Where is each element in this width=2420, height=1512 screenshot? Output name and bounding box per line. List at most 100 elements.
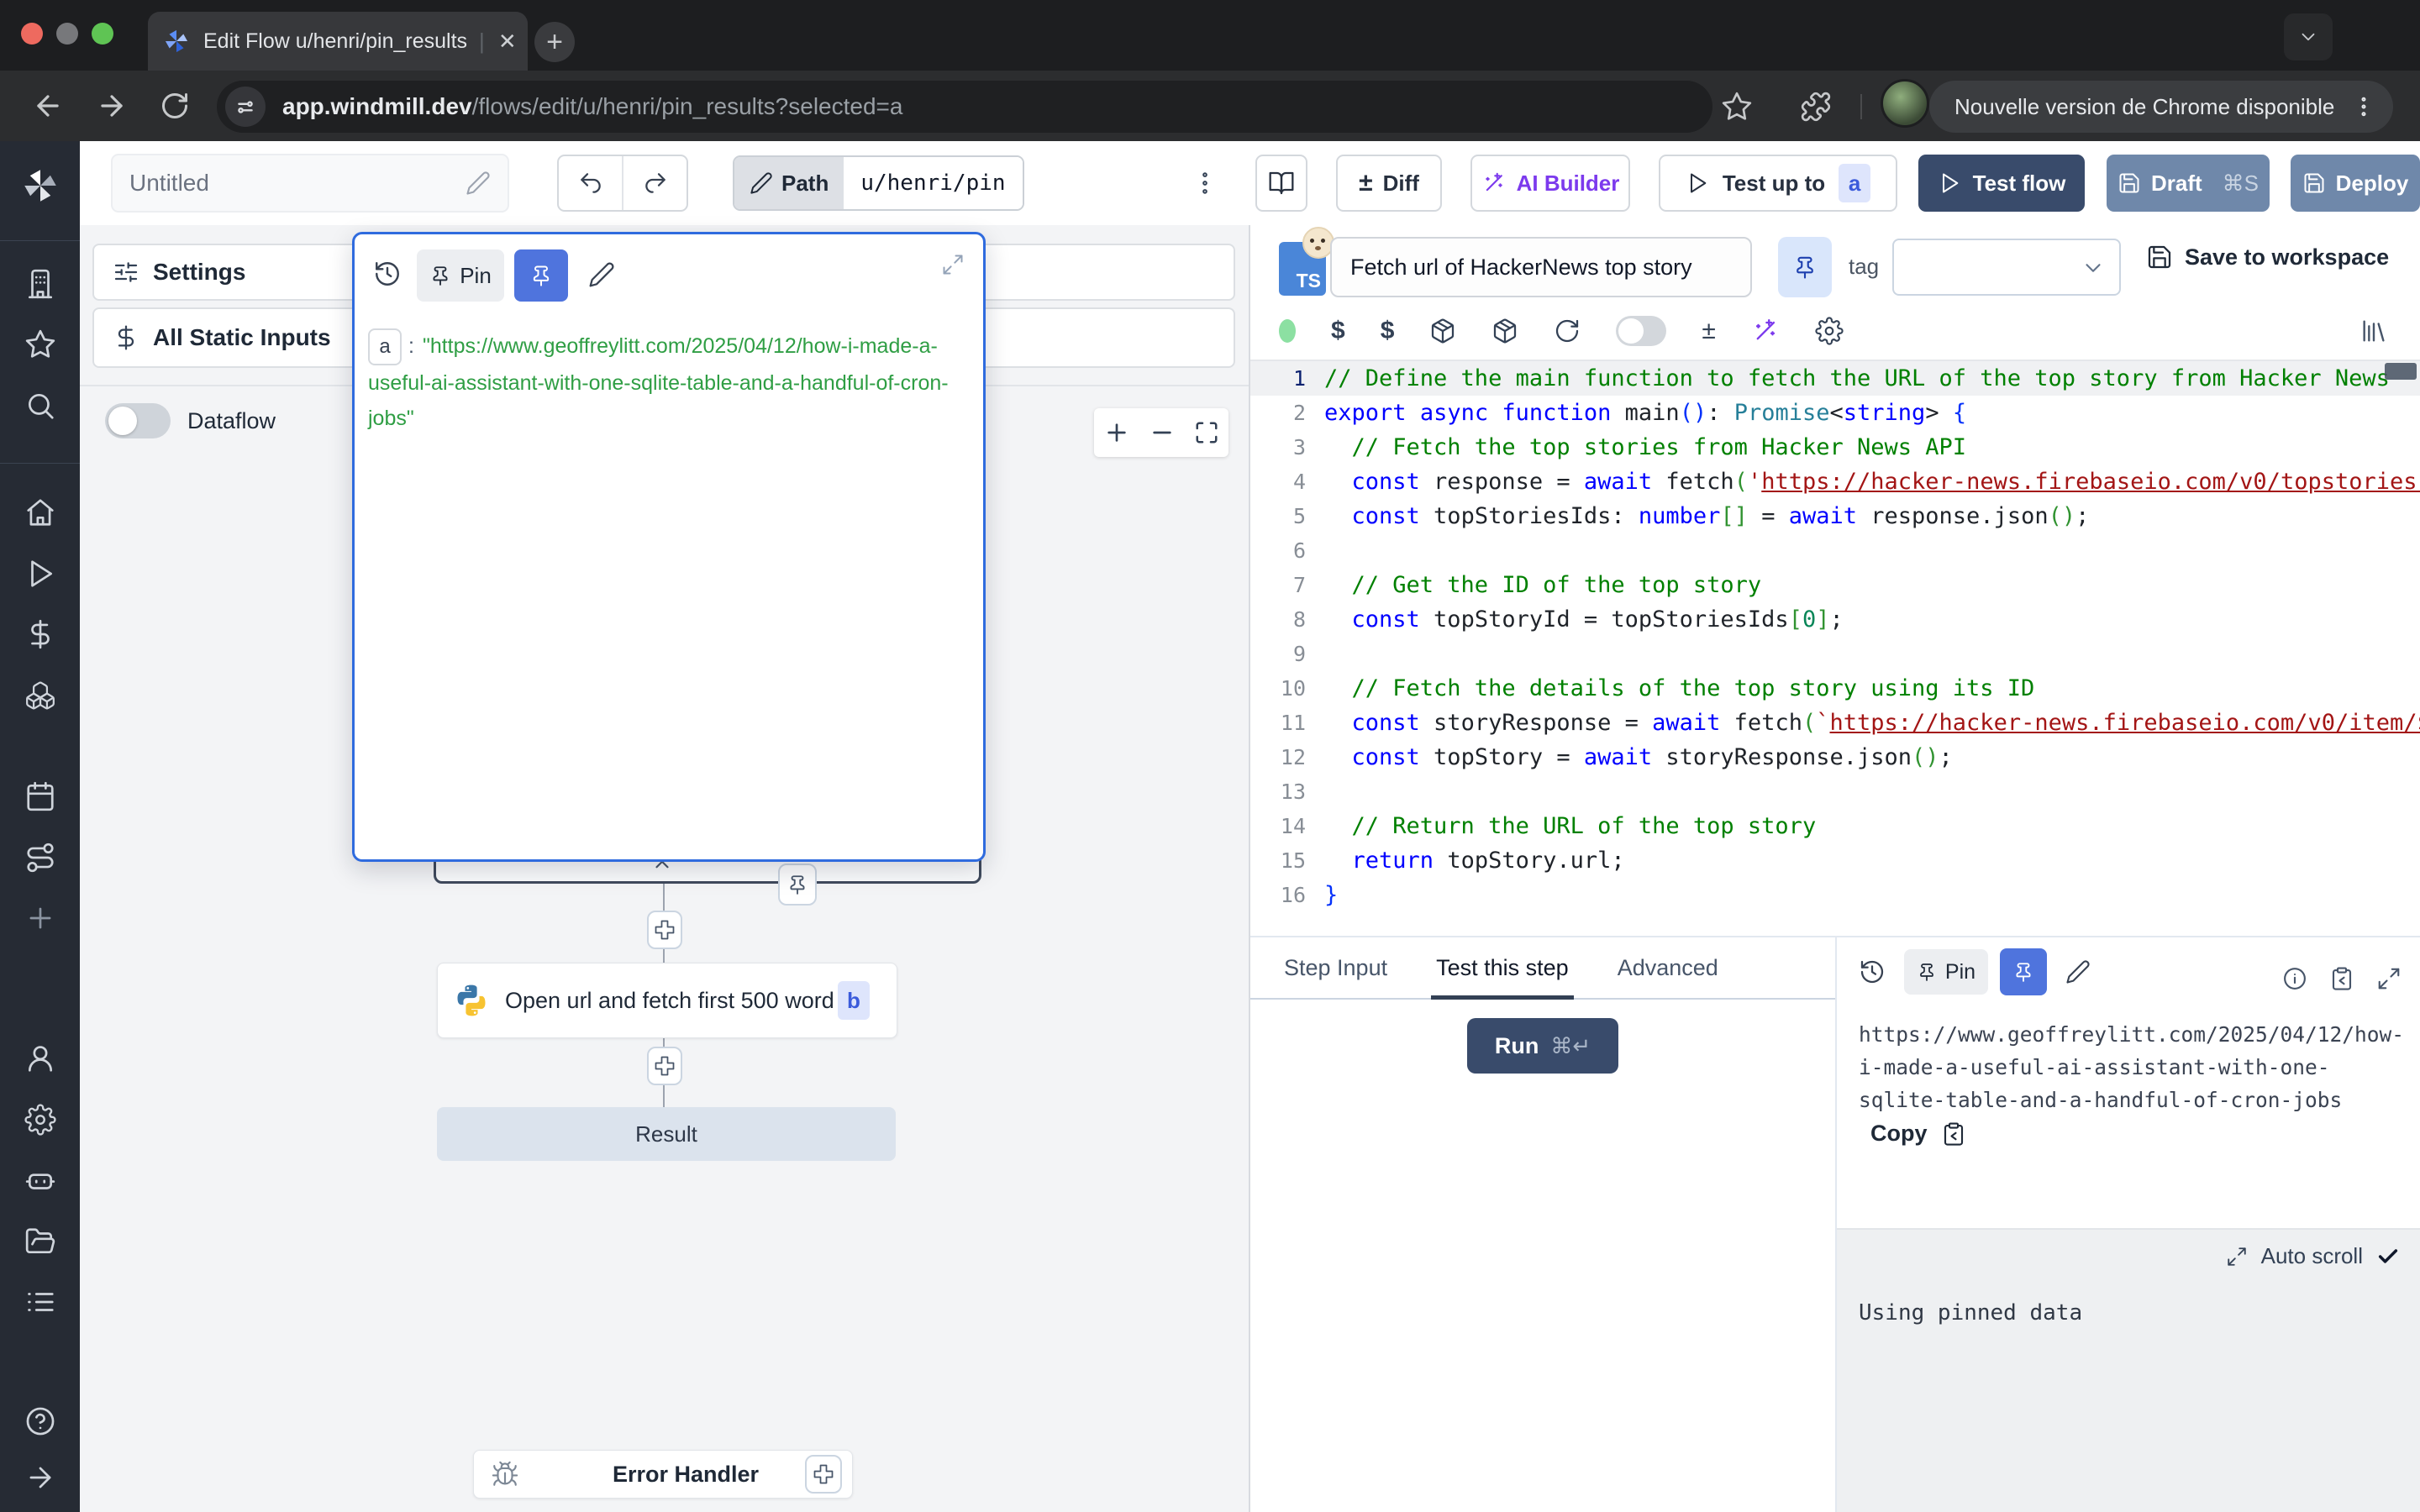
traffic-light-minimize[interactable]: [56, 23, 78, 45]
gear-icon[interactable]: [1815, 317, 1844, 345]
play-icon: [1686, 171, 1709, 195]
clipboard-icon[interactable]: [2329, 966, 2354, 991]
zoom-in-icon[interactable]: [1103, 419, 1130, 446]
sidebar-item-folders[interactable]: [0, 1226, 80, 1257]
auto-scroll-control[interactable]: Auto scroll: [2226, 1243, 2400, 1269]
zoom-out-icon[interactable]: [1149, 419, 1176, 446]
sidebar-item-favorites[interactable]: [0, 328, 80, 360]
traffic-light-close[interactable]: [21, 23, 43, 45]
app-sidebar: [0, 141, 80, 1512]
test-flow-button[interactable]: Test flow: [1918, 155, 2085, 212]
undo-button[interactable]: [559, 156, 623, 210]
flow-name-input[interactable]: Untitled: [111, 154, 509, 213]
chevron-down-icon: [2081, 255, 2106, 281]
sidebar-item-workspace[interactable]: [0, 268, 80, 300]
sidebar-item-logs[interactable]: [0, 1286, 80, 1318]
info-icon[interactable]: [2282, 966, 2307, 991]
sidebar-item-add[interactable]: [0, 902, 80, 934]
minimap-slider[interactable]: [2385, 363, 2417, 380]
tab-test-this-step[interactable]: Test this step: [1436, 937, 1569, 998]
sidebar-item-account[interactable]: [0, 1042, 80, 1074]
sidebar-item-resources[interactable]: [0, 680, 80, 711]
node-pin-button[interactable]: [778, 864, 817, 906]
back-icon[interactable]: [32, 90, 64, 122]
forward-icon[interactable]: [96, 90, 128, 122]
tab-advanced[interactable]: Advanced: [1618, 937, 1718, 998]
url-bar[interactable]: app.windmill.dev/flows/edit/u/henri/pin_…: [217, 81, 1712, 133]
site-info-icon[interactable]: [225, 87, 266, 127]
resources-icon[interactable]: $: [1381, 317, 1395, 345]
package-icon[interactable]: [1491, 318, 1518, 344]
library-icon[interactable]: [2360, 317, 2388, 345]
pencil-icon[interactable]: [2065, 959, 2091, 984]
sidebar-item-routes[interactable]: [0, 842, 80, 874]
active-pin-button[interactable]: [2000, 948, 2047, 995]
tab-step-input[interactable]: Step Input: [1284, 937, 1387, 998]
sidebar-item-variables[interactable]: [0, 618, 80, 650]
sidebar-item-search[interactable]: [0, 390, 80, 422]
expand-icon[interactable]: [941, 253, 965, 276]
variables-icon[interactable]: $: [1331, 317, 1345, 345]
ai-builder-button[interactable]: AI Builder: [1470, 155, 1630, 212]
sidebar-item-runs[interactable]: [0, 558, 80, 590]
sidebar-item-expand[interactable]: [0, 1462, 80, 1494]
redo-button[interactable]: [623, 156, 687, 210]
header-pin-toggle[interactable]: [1778, 237, 1832, 297]
reload-icon[interactable]: [160, 91, 190, 121]
error-handler-node[interactable]: Error Handler: [473, 1450, 853, 1499]
history-icon[interactable]: [373, 260, 402, 288]
active-pin-button[interactable]: [514, 249, 568, 302]
refresh-icon[interactable]: [1554, 318, 1581, 344]
sidebar-item-schedules[interactable]: [0, 780, 80, 812]
expand-icon[interactable]: [2376, 966, 2402, 991]
diff-icon[interactable]: ±: [1702, 317, 1715, 345]
avatar[interactable]: [1881, 79, 1929, 128]
tag-select[interactable]: [1892, 239, 2121, 296]
path-button[interactable]: Path u/henri/pin: [733, 155, 1024, 211]
test-up-to-button[interactable]: Test up to a: [1659, 155, 1897, 212]
history-icon[interactable]: [1859, 958, 1886, 985]
lsp-status-dot: [1279, 319, 1296, 343]
step-summary-input[interactable]: [1330, 237, 1752, 297]
insert-step-button[interactable]: [647, 1047, 682, 1085]
sidebar-item-help[interactable]: [0, 1405, 80, 1437]
flow-node-b[interactable]: Open url and fetch first 500 words of ..…: [437, 963, 897, 1038]
tab-search-chevron-icon[interactable]: [2284, 13, 2333, 60]
traffic-light-zoom[interactable]: [92, 23, 113, 45]
pin-button[interactable]: Pin: [1904, 949, 1988, 995]
code-editor[interactable]: 1// Define the main function to fetch th…: [1250, 361, 2420, 936]
sidebar-item-home[interactable]: [0, 496, 80, 528]
add-error-handler-button[interactable]: [805, 1455, 842, 1494]
save-to-workspace-button[interactable]: Save to workspace: [2146, 244, 2389, 270]
tab-close-icon[interactable]: ✕: [498, 29, 517, 55]
diff-button[interactable]: ±Diff: [1336, 155, 1442, 212]
deploy-button[interactable]: Deploy: [2291, 155, 2420, 212]
extensions-icon[interactable]: [1800, 91, 1832, 123]
dataflow-toggle[interactable]: [105, 403, 171, 438]
plus-cross-icon: [812, 1462, 835, 1486]
new-tab-button[interactable]: +: [534, 22, 575, 62]
menu-kebab-icon[interactable]: [2351, 94, 2376, 119]
pin-button[interactable]: Pin: [417, 249, 504, 302]
insert-step-button[interactable]: [647, 911, 682, 949]
step-title: Open url and fetch first 500 words of ..…: [505, 988, 833, 1014]
copy-button[interactable]: Copy: [1870, 1121, 1966, 1147]
browser-tab[interactable]: Edit Flow u/henri/pin_results | ✕: [148, 12, 528, 71]
run-button[interactable]: Run ⌘↵: [1467, 1018, 1618, 1074]
draft-button[interactable]: Draft⌘S: [2107, 155, 2270, 212]
windmill-logo[interactable]: [0, 166, 80, 205]
docs-button[interactable]: [1255, 155, 1307, 212]
pinned-result-value[interactable]: https://www.geoffreylitt.com/2025/04/12/…: [1859, 1018, 2410, 1116]
editor-toggle[interactable]: [1616, 316, 1666, 346]
fit-view-icon[interactable]: [1194, 420, 1219, 445]
sidebar-item-settings[interactable]: [0, 1104, 80, 1136]
chrome-update-button[interactable]: Nouvelle version de Chrome disponible: [1929, 81, 2393, 133]
more-options-icon[interactable]: [1191, 166, 1219, 200]
pin-icon: [1917, 962, 1937, 982]
ai-wand-icon[interactable]: [1751, 317, 1780, 345]
sidebar-item-workers[interactable]: [0, 1164, 80, 1196]
pencil-icon[interactable]: [588, 261, 615, 288]
flow-result-node[interactable]: Result: [437, 1107, 896, 1161]
package-icon[interactable]: [1429, 318, 1456, 344]
bookmark-star-icon[interactable]: [1721, 91, 1753, 123]
